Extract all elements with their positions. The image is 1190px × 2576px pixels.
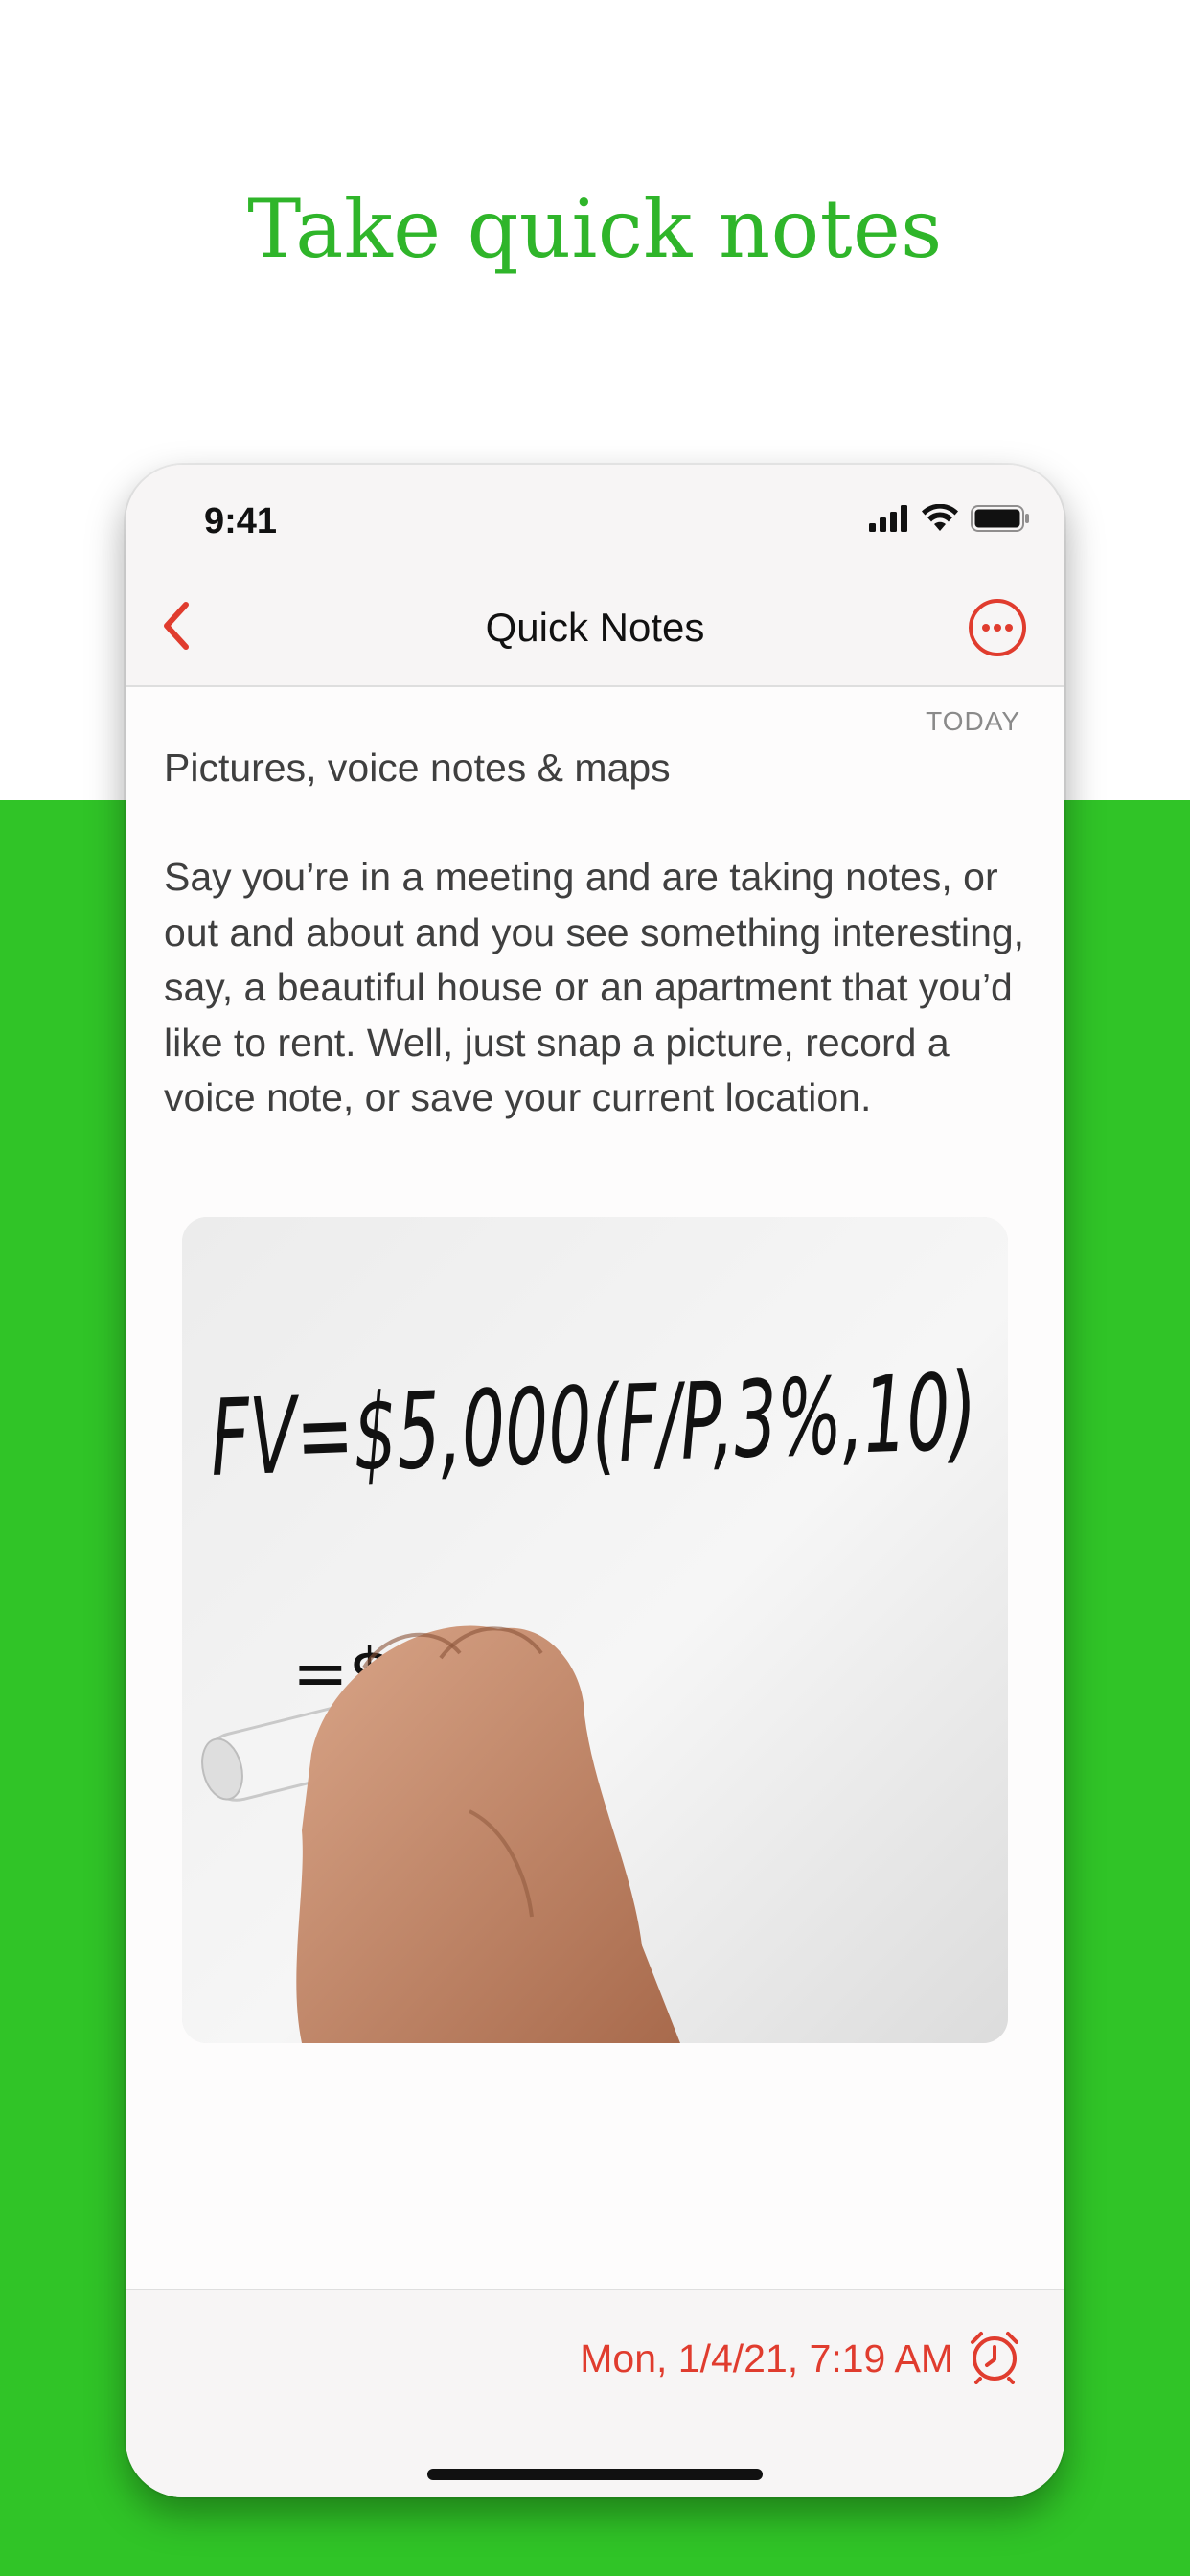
home-indicator[interactable] (427, 2469, 763, 2480)
phone-frame: 9:41 Quick Notes TODAY Pictures, voice n… (126, 465, 1064, 2497)
status-icons (869, 503, 1030, 538)
nav-title: Quick Notes (485, 605, 705, 650)
more-options-button[interactable] (967, 597, 1028, 658)
marketing-headline: Take quick notes (247, 182, 943, 276)
back-button[interactable] (143, 589, 210, 666)
chevron-left-icon (159, 599, 194, 657)
reminder-datetime: Mon, 1/4/21, 7:19 AM (580, 2336, 953, 2380)
note-body[interactable]: Say you’re in a meeting and are taking n… (164, 850, 1036, 1126)
reminder-button[interactable]: Mon, 1/4/21, 7:19 AM (580, 2329, 1022, 2389)
status-bar: 9:41 (126, 465, 1064, 570)
note-date-label: TODAY (926, 706, 1020, 736)
bottom-toolbar: Mon, 1/4/21, 7:19 AM (126, 2288, 1064, 2497)
battery-icon (971, 504, 1030, 537)
navigation-bar: Quick Notes (126, 570, 1064, 687)
status-time: 9:41 (204, 501, 278, 541)
cellular-signal-icon (869, 504, 909, 537)
wifi-icon (921, 503, 959, 538)
alarm-clock-icon (967, 2329, 1022, 2389)
note-title[interactable]: Pictures, voice notes & maps (164, 746, 671, 791)
ellipsis-circle-icon (967, 599, 1028, 662)
note-image-whiteboard[interactable]: FV=$5,000(F/P,3%,10) =$ (182, 1217, 1008, 2043)
